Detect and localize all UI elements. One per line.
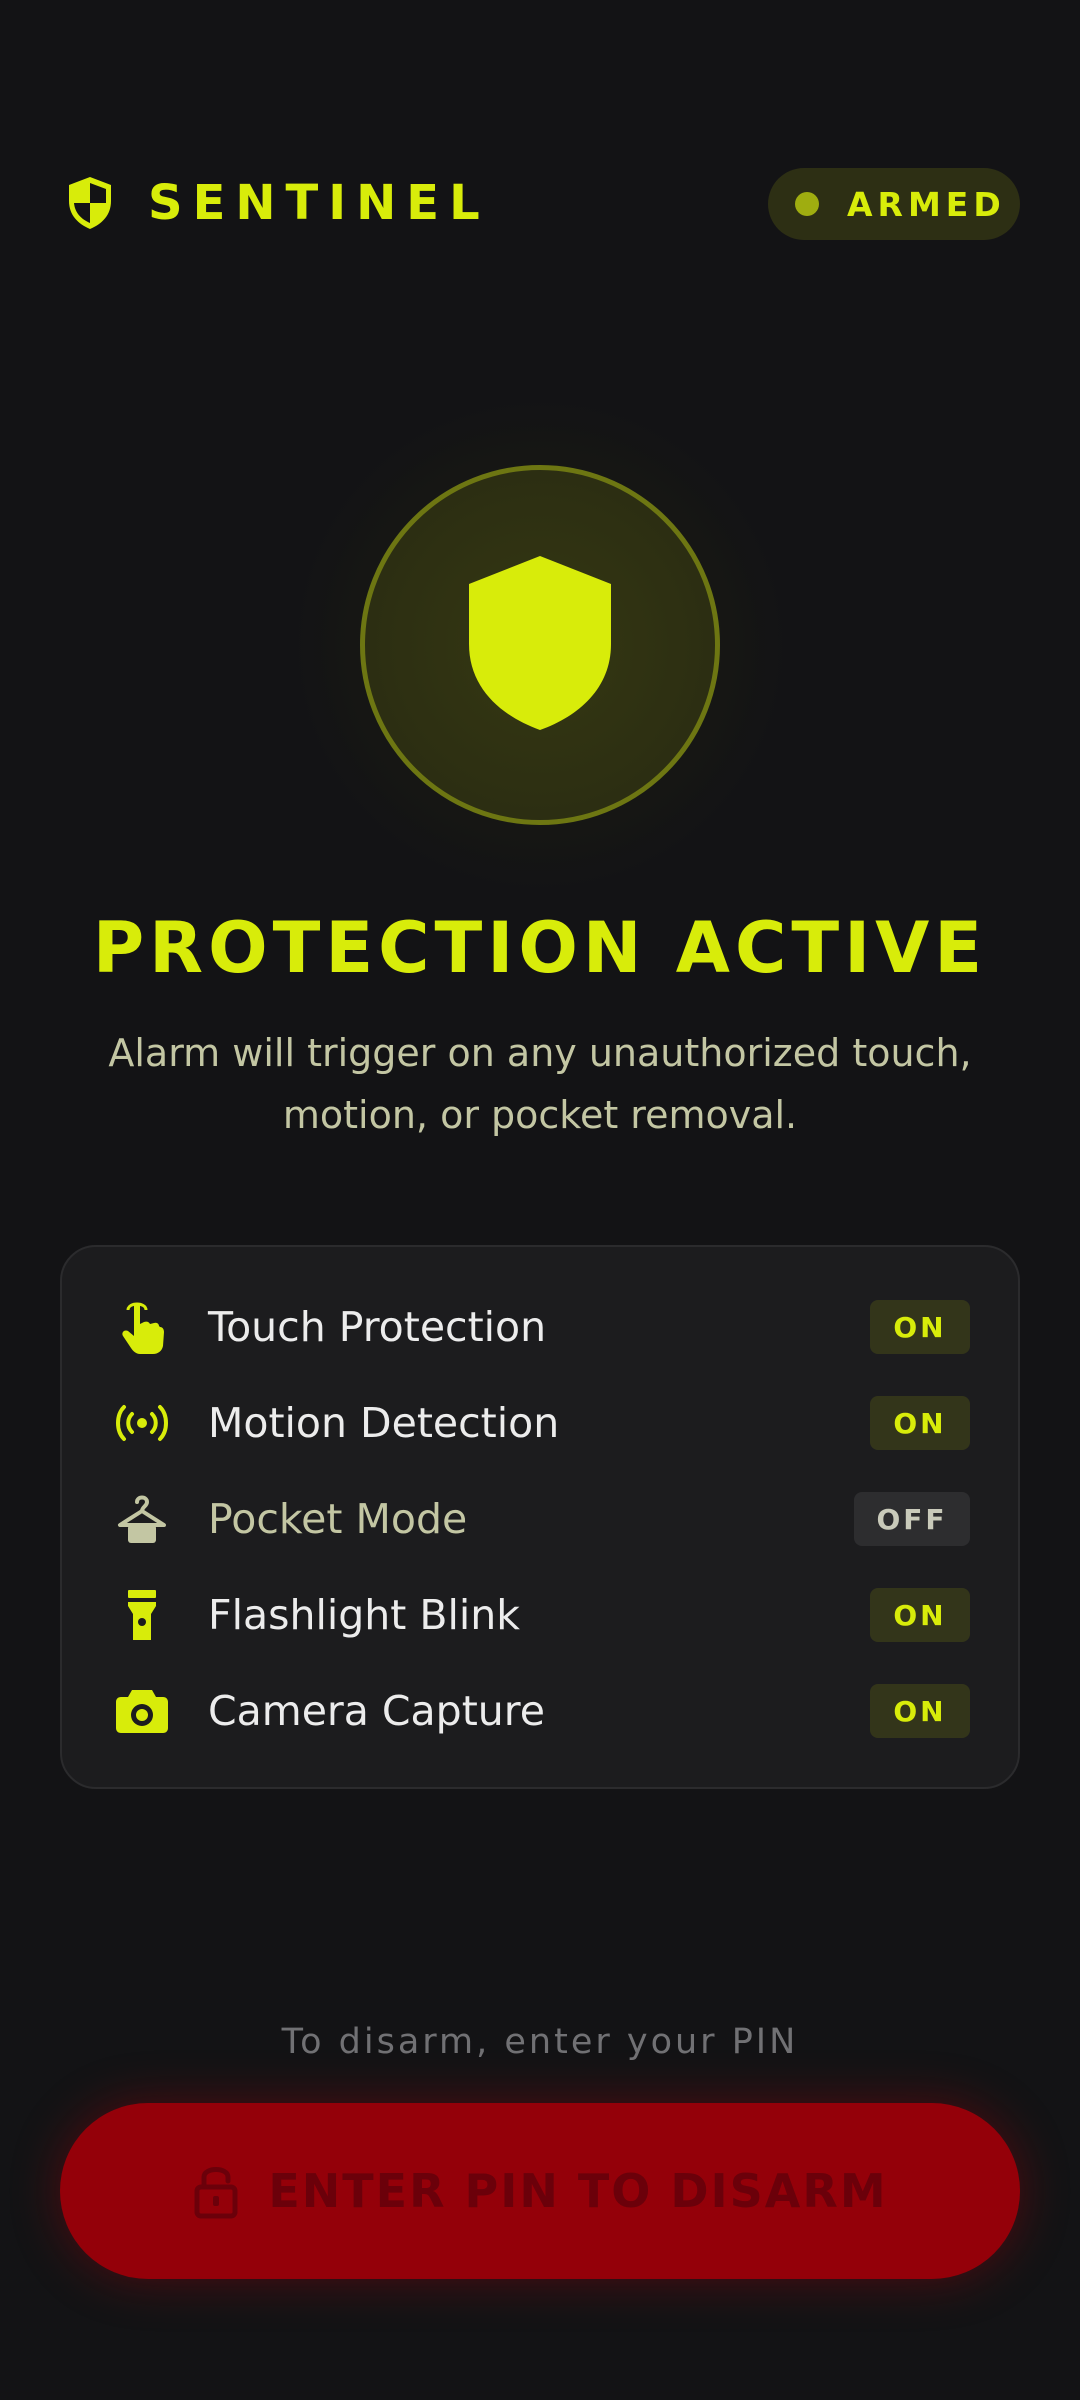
- feature-label: Motion Detection: [208, 1399, 560, 1447]
- protection-status-title: PROTECTION ACTIVE: [92, 907, 988, 989]
- app-brand: SENTINEL: [64, 170, 490, 236]
- feature-label: Flashlight Blink: [208, 1591, 520, 1639]
- status-indicator-dot: [795, 192, 819, 216]
- feature-toggle-badge[interactable]: ON: [870, 1588, 970, 1642]
- flashlight-icon: [114, 1587, 170, 1643]
- feature-toggle-badge[interactable]: ON: [870, 1300, 970, 1354]
- hanger-icon: [114, 1491, 170, 1547]
- touch-hand-icon: [114, 1299, 170, 1355]
- feature-row-camera-capture[interactable]: Camera Capture ON: [62, 1663, 1018, 1759]
- feature-settings-card: Touch Protection ON Motion Detection ON: [60, 1245, 1020, 1789]
- enter-pin-disarm-button[interactable]: ENTER PIN TO DISARM: [60, 2103, 1020, 2279]
- feature-row-motion-detection[interactable]: Motion Detection ON: [62, 1375, 1018, 1471]
- camera-icon: [114, 1683, 170, 1739]
- feature-toggle-badge[interactable]: OFF: [854, 1492, 970, 1546]
- status-label: ARMED: [847, 184, 1006, 224]
- armed-status-badge: ARMED: [768, 168, 1020, 240]
- feature-row-touch-protection[interactable]: Touch Protection ON: [62, 1279, 1018, 1375]
- shield-icon: [467, 554, 613, 736]
- feature-toggle-badge[interactable]: ON: [870, 1396, 970, 1450]
- feature-row-pocket-mode[interactable]: Pocket Mode OFF: [62, 1471, 1018, 1567]
- feature-label: Pocket Mode: [208, 1495, 468, 1543]
- feature-label: Touch Protection: [208, 1303, 547, 1351]
- app-screen: SENTINEL ARMED PROTECTION ACTIVE Alarm w…: [0, 0, 1080, 2400]
- shield-half-icon: [64, 174, 116, 232]
- protection-status-description: Alarm will trigger on any unauthorized t…: [108, 1031, 972, 1137]
- disarm-hint: To disarm, enter your PIN: [281, 2022, 799, 2062]
- disarm-button-label: ENTER PIN TO DISARM: [268, 2164, 888, 2218]
- feature-row-flashlight-blink[interactable]: Flashlight Blink ON: [62, 1567, 1018, 1663]
- feature-toggle-badge[interactable]: ON: [870, 1684, 970, 1738]
- motion-waves-icon: [114, 1395, 170, 1451]
- feature-label: Camera Capture: [208, 1687, 545, 1735]
- app-name: SENTINEL: [148, 175, 490, 231]
- hero-shield-circle: [360, 465, 720, 825]
- lock-icon: [192, 2162, 240, 2220]
